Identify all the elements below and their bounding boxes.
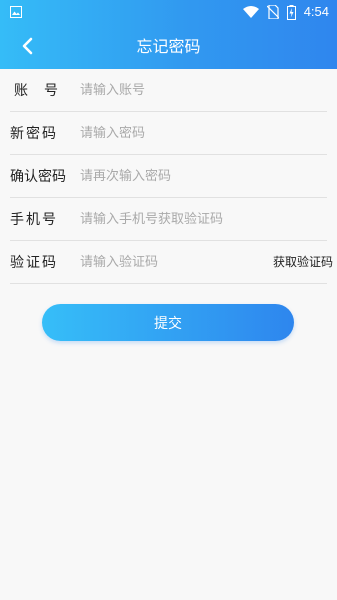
account-row: 账号 — [10, 69, 327, 112]
code-label: 验证码 — [10, 255, 58, 271]
gallery-icon — [10, 6, 22, 18]
header: 4:54 忘记密码 — [0, 0, 337, 69]
phone-label: 手机号 — [10, 212, 58, 228]
confirm-password-input[interactable] — [80, 161, 327, 191]
battery-charging-icon — [286, 4, 296, 20]
forgot-password-form: 账号 新密码 确认密码 手机号 验证码 获取验证码 — [0, 69, 337, 284]
title-bar: 忘记密码 — [0, 24, 337, 69]
new-password-row: 新密码 — [10, 112, 327, 155]
new-password-label: 新密码 — [10, 126, 58, 142]
code-row: 验证码 获取验证码 — [10, 241, 333, 284]
confirm-password-label: 确认密码 — [10, 169, 66, 185]
phone-input[interactable] — [80, 204, 327, 234]
submit-button[interactable]: 提交 — [42, 304, 294, 341]
account-input[interactable] — [80, 75, 327, 105]
confirm-password-row: 确认密码 — [10, 155, 327, 198]
account-label: 账号 — [14, 83, 74, 99]
back-button[interactable] — [12, 32, 42, 60]
no-sim-icon — [266, 5, 279, 19]
chevron-left-icon — [22, 37, 33, 55]
new-password-input[interactable] — [80, 118, 327, 148]
page-title: 忘记密码 — [136, 37, 201, 56]
status-time: 4:54 — [303, 4, 329, 19]
get-code-button[interactable]: 获取验证码 — [273, 241, 333, 283]
wifi-icon — [242, 6, 259, 18]
status-bar: 4:54 — [0, 0, 337, 24]
phone-row: 手机号 — [10, 198, 327, 241]
